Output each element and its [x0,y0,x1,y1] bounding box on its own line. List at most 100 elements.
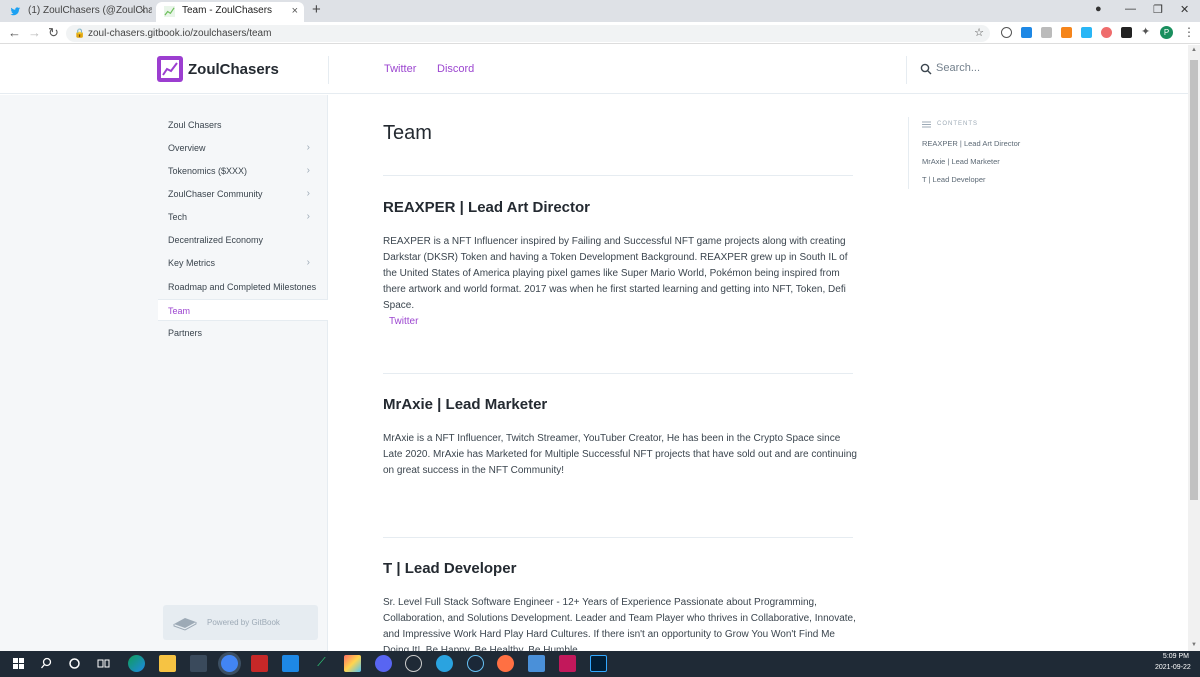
sidebar-item-partners[interactable]: Partners [158,322,328,344]
cortana-icon[interactable] [66,655,83,672]
reaxper-twitter-link[interactable]: Twitter [389,316,418,327]
chevron-right-icon[interactable]: › [307,252,310,274]
chevron-right-icon[interactable]: › [307,183,310,205]
trading-chart-icon[interactable]: ⟋ [313,655,330,670]
taskbar-clock-date[interactable]: 2021-09-22 [1155,664,1191,671]
address-bar[interactable]: 🔒 zoul-chasers.gitbook.io/zoulchasers/te… [66,25,990,42]
tab-title: Team - ZoulChasers [182,5,273,16]
header-link-discord[interactable]: Discord [437,63,474,75]
sidebar-item-key-metrics[interactable]: Key Metrics › [158,252,328,274]
header-link-twitter[interactable]: Twitter [384,63,416,75]
extensions-puzzle-icon[interactable]: ✦ [1141,27,1152,38]
metamask-fox-icon[interactable] [1061,27,1072,38]
app-pink-icon[interactable] [559,655,576,672]
header-divider [328,56,329,84]
discord-icon[interactable] [375,655,392,672]
reload-icon[interactable]: ↻ [48,25,59,41]
extension-dark-icon[interactable] [1121,27,1132,38]
search-input[interactable] [936,62,1086,74]
sidebar-item-label: Tech [168,212,188,222]
search-icon [920,63,932,75]
list-icon [922,121,931,128]
sidebar-item-team[interactable]: Team [158,299,328,321]
powered-by-label: Powered by GitBook [207,618,280,627]
site-title[interactable]: ZoulChasers [188,61,279,78]
section-heading-reaxper[interactable]: REAXPER | Lead Art Director [383,199,590,216]
close-window-icon[interactable]: ✕ [1180,3,1189,16]
chevron-right-icon[interactable]: › [307,160,310,182]
extension-grey-icon[interactable] [1041,27,1052,38]
photoshop-icon[interactable] [590,655,607,672]
gitbook-chart-icon [164,6,175,17]
browser-menu-icon[interactable]: ⋮ [1183,25,1195,39]
tab-title: (1) ZoulChasers (@ZoulChasers) / [28,5,152,16]
header-divider [906,56,907,84]
back-arrow-icon[interactable]: ← [8,25,21,40]
logo-chart-icon [161,60,179,78]
scroll-up-arrow-icon[interactable]: ▲ [1191,47,1197,53]
section-divider [383,373,853,374]
app-orange-icon[interactable] [497,655,514,672]
tab-team-active[interactable]: Team - ZoulChasers × [156,2,304,22]
bookmark-star-icon[interactable]: ☆ [974,25,984,42]
edge-browser-icon[interactable] [128,655,145,672]
extension-info-icon[interactable] [1001,27,1012,38]
sidebar-item-label: Overview [168,143,206,153]
profile-circle-icon[interactable]: ● [1095,3,1102,15]
lock-icon: 🔒 [74,28,86,38]
app-blue-icon[interactable] [282,655,299,672]
telegram-icon[interactable] [436,655,453,672]
close-tab-icon[interactable]: × [292,2,298,20]
extension-circle-icon[interactable] [1101,27,1112,38]
toc-item-t[interactable]: T | Lead Developer [922,175,986,184]
toc-item-reaxper[interactable]: REAXPER | Lead Art Director [922,139,1020,148]
browser-tab-strip: (1) ZoulChasers (@ZoulChasers) / × Team … [0,0,1200,22]
steam-icon[interactable] [467,655,484,672]
tab-twitter[interactable]: (1) ZoulChasers (@ZoulChasers) / × [2,2,152,22]
windows-start-icon[interactable] [10,655,27,672]
sidebar-item-label: Zoul Chasers [168,120,222,130]
sidebar-item-overview[interactable]: Overview › [158,137,328,159]
sidebar-item-decentralized-economy[interactable]: Decentralized Economy [158,229,328,251]
section-heading-t[interactable]: T | Lead Developer [383,560,516,577]
scroll-down-arrow-icon[interactable]: ▼ [1191,642,1197,648]
chevron-right-icon[interactable]: › [307,206,310,228]
news-app-icon[interactable] [251,655,268,672]
section-heading-mraxie[interactable]: MrAxie | Lead Marketer [383,396,547,413]
taskbar-clock-time[interactable]: 5:09 PM [1161,653,1189,660]
store-icon[interactable] [190,655,207,672]
app-m-icon[interactable] [528,655,545,672]
task-view-icon[interactable] [95,655,112,672]
scrollbar-thumb[interactable] [1190,60,1198,500]
chevron-right-icon[interactable]: › [307,137,310,159]
toc-divider [908,117,909,189]
steam-outline-icon[interactable] [405,655,422,672]
extension-shield-icon[interactable] [1081,27,1092,38]
forward-arrow-icon[interactable]: → [28,25,41,40]
sidebar-item-tokenomics[interactable]: Tokenomics ($XXX) › [158,160,328,182]
sidebar-item-tech[interactable]: Tech › [158,206,328,228]
toc-heading: CONTENTS [937,121,978,127]
taskbar-search-icon[interactable] [38,655,55,672]
file-explorer-icon[interactable] [159,655,176,672]
sidebar-item-community[interactable]: ZoulChaser Community › [158,183,328,205]
gitbook-book-icon [173,618,197,631]
extension-iq-icon[interactable] [1021,27,1032,38]
minimize-icon[interactable]: — [1125,3,1136,15]
sidebar-item-roadmap[interactable]: Roadmap and Completed Milestones [158,276,328,298]
sidebar-item-label: Key Metrics [168,258,216,268]
section-divider [383,537,853,538]
new-tab-button[interactable]: + [312,1,321,18]
page-title: Team [383,122,432,144]
chrome-icon[interactable] [221,655,238,672]
sidebar-item-label: Team [168,306,191,316]
restore-icon[interactable]: ❐ [1153,3,1163,16]
sidebar-item-zoul-chasers[interactable]: Zoul Chasers [158,114,328,136]
close-tab-icon[interactable]: × [140,2,146,20]
section-body-t: Sr. Level Full Stack Software Engineer -… [383,597,856,651]
browser-toolbar: ← → ↻ 🔒 zoul-chasers.gitbook.io/zoulchas… [0,22,1200,44]
section-body-mraxie: MrAxie is a NFT Influencer, Twitch Strea… [383,433,857,476]
profile-avatar[interactable]: P [1160,26,1173,39]
app-colorful-icon[interactable] [344,655,361,672]
toc-item-mraxie[interactable]: MrAxie | Lead Marketer [922,157,1000,166]
